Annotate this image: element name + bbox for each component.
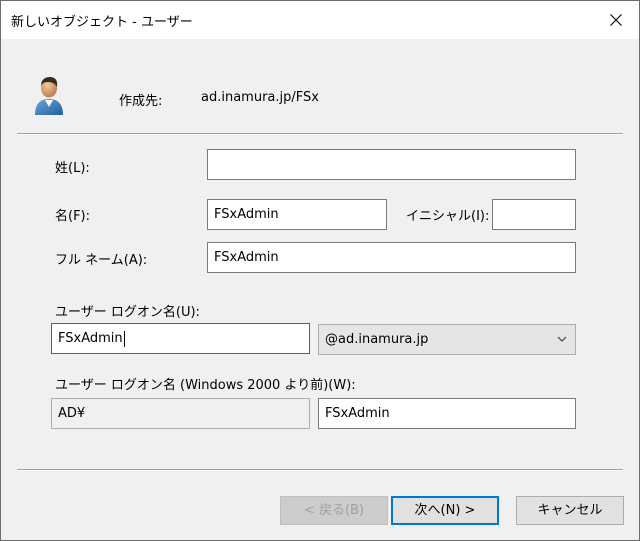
initials-label: イニシャル(I): (406, 209, 490, 224)
logon-name-input[interactable]: FSxAdmin (51, 323, 310, 354)
pre2000-logon-input[interactable]: FSxAdmin (318, 398, 576, 429)
last-name-input[interactable] (207, 149, 576, 180)
title-bar: 新しいオブジェクト - ユーザー (1, 1, 639, 39)
logon-domain-select[interactable]: @ad.inamura.jp (318, 324, 576, 355)
pre2000-logon-label: ユーザー ログオン名 (Windows 2000 より前)(W): (55, 378, 356, 393)
destination-value: ad.inamura.jp/FSx (201, 90, 319, 105)
last-name-label: 姓(L): (55, 161, 90, 176)
logon-domain-value: @ad.inamura.jp (325, 332, 429, 347)
full-name-label: フル ネーム(A): (55, 253, 148, 268)
full-name-input[interactable]: FSxAdmin (207, 242, 576, 273)
destination-label: 作成先: (119, 94, 163, 109)
back-button[interactable]: < 戻る(B) (280, 496, 388, 525)
separator-bottom (17, 469, 623, 471)
pre2000-domain-field: AD¥ (51, 398, 310, 429)
close-icon (610, 14, 622, 26)
cancel-button[interactable]: キャンセル (516, 496, 624, 525)
chevron-down-icon (557, 336, 567, 342)
initials-input[interactable] (492, 199, 576, 230)
user-icon (35, 77, 63, 115)
first-name-input[interactable]: FSxAdmin (207, 199, 387, 230)
logon-name-value: FSxAdmin (58, 331, 123, 346)
dialog-window: 新しいオブジェクト - ユーザー 作成先: ad.inamura.jp/FSx (0, 0, 640, 541)
logon-name-label: ユーザー ログオン名(U): (55, 305, 200, 320)
separator-top (17, 133, 623, 135)
next-button[interactable]: 次へ(N) > (391, 496, 499, 525)
first-name-label: 名(F): (55, 209, 91, 224)
window-title: 新しいオブジェクト - ユーザー (11, 15, 193, 30)
text-caret (123, 330, 125, 347)
close-button[interactable] (593, 1, 639, 39)
dialog-content: 作成先: ad.inamura.jp/FSx 姓(L): 名(F): FSxAd… (1, 39, 639, 540)
